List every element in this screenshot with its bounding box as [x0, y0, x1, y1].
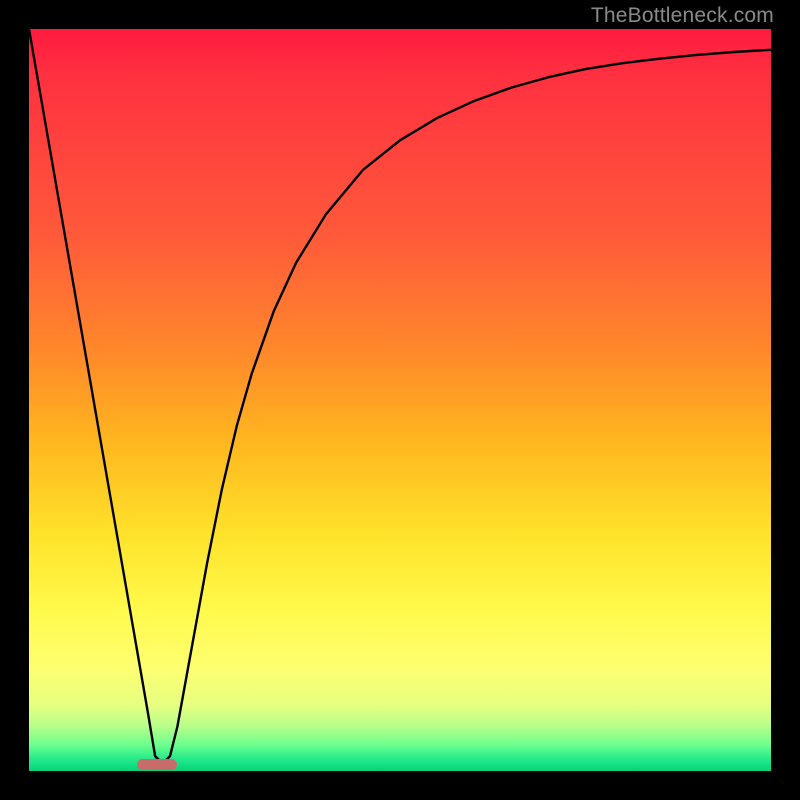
optimal-zone-marker [137, 759, 177, 770]
gradient-background [29, 29, 771, 771]
watermark-text: TheBottleneck.com [591, 4, 774, 28]
chart-stage: TheBottleneck.com [0, 0, 800, 800]
